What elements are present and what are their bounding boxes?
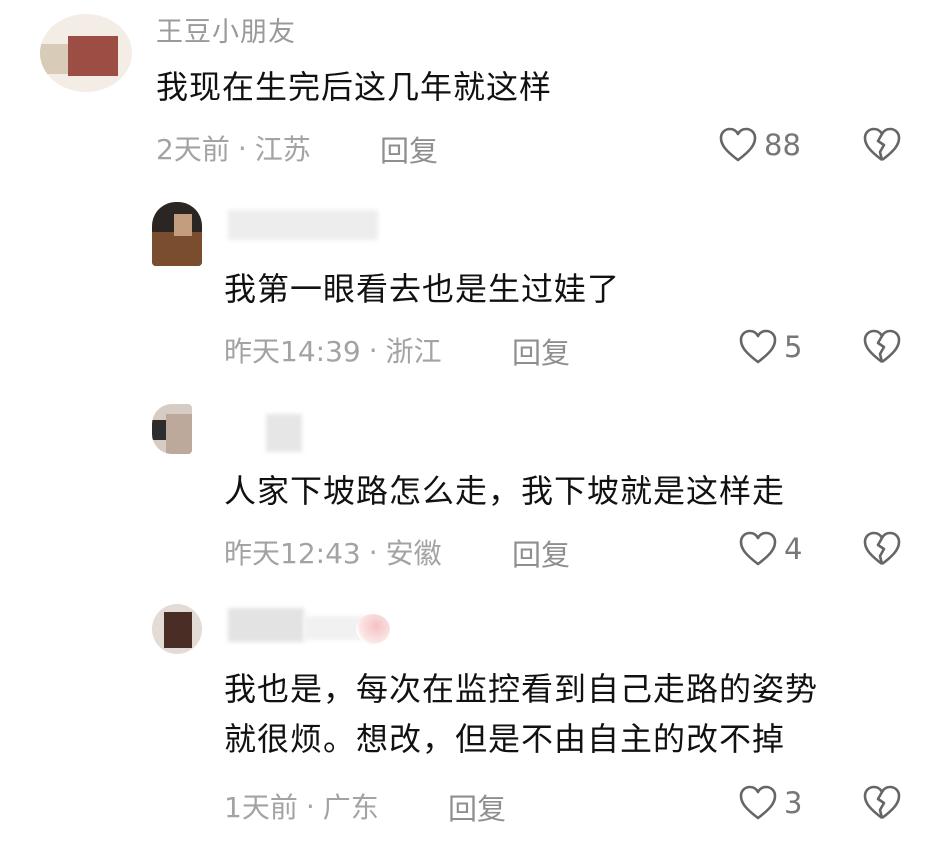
dislike-button[interactable] [862, 530, 902, 568]
comment-time: 1天前 [224, 791, 298, 824]
dislike-button[interactable] [862, 784, 902, 822]
like-count: 3 [784, 786, 803, 820]
comment-text-line: 就很烦。想改，但是不由自主的改不掉 [224, 720, 786, 758]
meta-separator: · [368, 535, 378, 569]
heart-outline-icon [718, 126, 758, 164]
reply-item: 人家下坡路怎么走，我下坡就是这样走 昨天12:43 · 安徽 回复 4 [0, 390, 952, 590]
heart-outline-icon [738, 530, 778, 568]
comment-time: 昨天14:39 [224, 335, 361, 368]
comment-meta: 1天前 · 广东 [224, 786, 379, 826]
avatar[interactable] [152, 404, 192, 454]
comment-meta: 昨天14:39 · 浙江 [224, 330, 442, 370]
comment-meta: 昨天12:43 · 安徽 [224, 532, 442, 572]
reply-item: 我第一眼看去也是生过娃了 昨天14:39 · 浙江 回复 5 [0, 190, 952, 390]
like-button[interactable]: 5 [738, 328, 802, 366]
reply-button[interactable]: 回复 [512, 532, 570, 574]
comment-text: 我也是，每次在监控看到自己走路的姿势 就很烦。想改，但是不由自主的改不掉 [224, 664, 818, 764]
broken-heart-icon [862, 784, 902, 822]
reply-button[interactable]: 回复 [448, 786, 506, 828]
comment-text-line: 人家下坡路怎么走，我下坡就是这样走 [224, 472, 786, 510]
comment-meta: 2天前 · 江苏 [156, 128, 311, 168]
comment-location: 江苏 [254, 133, 311, 166]
username[interactable]: 王豆小朋友 [156, 10, 296, 49]
broken-heart-icon [862, 328, 902, 366]
comment-text-line: 我第一眼看去也是生过娃了 [224, 270, 621, 308]
reply-button[interactable]: 回复 [380, 128, 438, 170]
username-redacted [228, 608, 304, 642]
like-button[interactable]: 88 [718, 126, 801, 164]
reply-item: 我也是，每次在监控看到自己走路的姿势 就很烦。想改，但是不由自主的改不掉 1天前… [0, 590, 952, 860]
avatar[interactable] [40, 14, 132, 92]
comment-time: 昨天12:43 [224, 537, 361, 570]
comment-text: 人家下坡路怎么走，我下坡就是这样走 [224, 466, 785, 516]
comment-location: 广东 [322, 791, 379, 824]
comment-text-line: 我也是，每次在监控看到自己走路的姿势 [224, 670, 819, 708]
heart-outline-icon [738, 328, 778, 366]
avatar[interactable] [152, 202, 202, 266]
avatar[interactable] [152, 604, 202, 654]
broken-heart-icon [862, 530, 902, 568]
comment-text: 我现在生完后这几年就这样 [156, 62, 552, 112]
comment-text-line: 我现在生完后这几年就这样 [156, 68, 553, 106]
like-button[interactable]: 3 [738, 784, 802, 822]
username-redacted [228, 210, 378, 240]
comment-location: 浙江 [385, 335, 442, 368]
username-redacted [266, 414, 302, 452]
meta-separator: · [368, 333, 378, 367]
broken-heart-icon [862, 126, 902, 164]
meta-separator: · [305, 789, 315, 823]
comment-time: 2天前 [156, 133, 230, 166]
avatar-decoration [356, 614, 390, 644]
dislike-button[interactable] [862, 328, 902, 366]
reply-button[interactable]: 回复 [512, 330, 570, 372]
meta-separator: · [237, 131, 247, 165]
like-count: 5 [784, 330, 803, 364]
comment-item: 王豆小朋友 我现在生完后这几年就这样 2天前 · 江苏 回复 88 [0, 0, 952, 190]
comment-location: 安徽 [385, 537, 442, 570]
like-count: 4 [784, 532, 803, 566]
comment-text: 我第一眼看去也是生过娃了 [224, 264, 620, 314]
dislike-button[interactable] [862, 126, 902, 164]
like-button[interactable]: 4 [738, 530, 802, 568]
heart-outline-icon [738, 784, 778, 822]
like-count: 88 [764, 128, 801, 162]
